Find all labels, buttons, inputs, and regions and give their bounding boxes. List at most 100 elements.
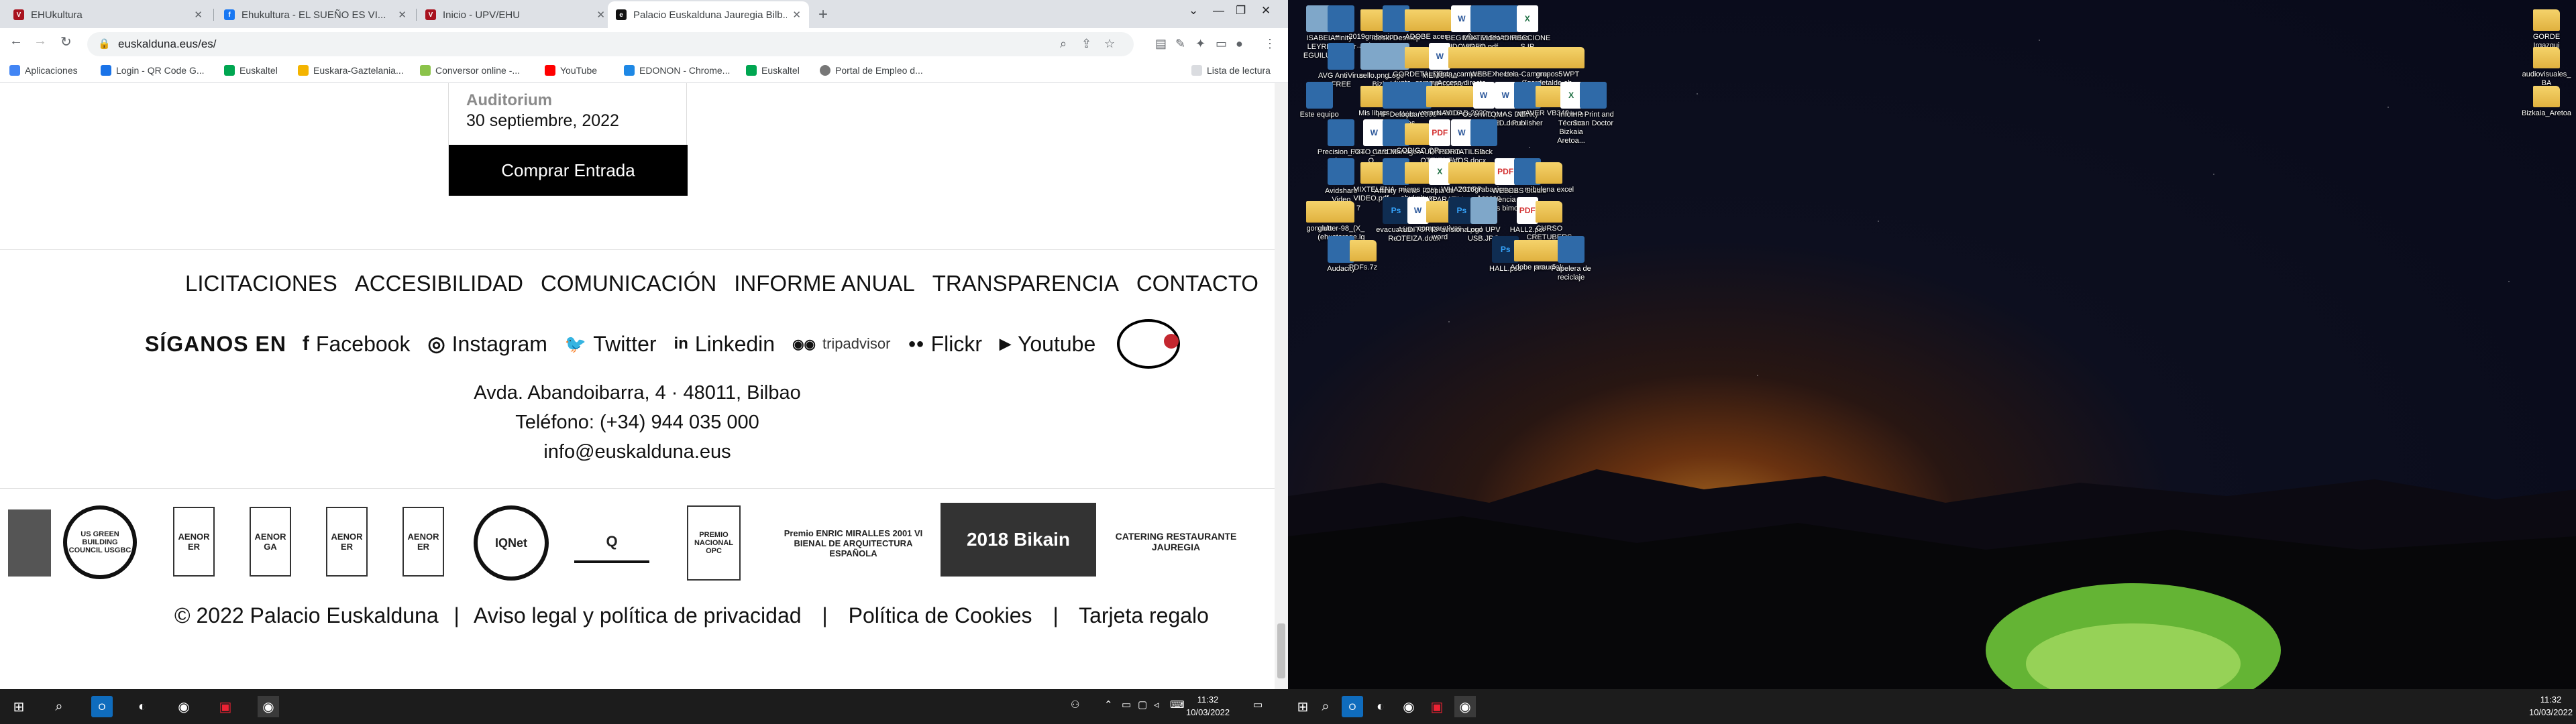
share-icon[interactable]: ⇪ [1081,37,1091,51]
tray-app-icon[interactable]: ▭ [1122,699,1131,711]
buy-ticket-button[interactable]: Comprar Entrada [449,145,688,196]
back-button[interactable]: ← [9,34,23,49]
desktop-icon[interactable]: CURSO CRETUBERS [1523,197,1574,242]
footer-link-comunicacion[interactable]: COMUNICACIÓN [541,271,716,296]
social-facebook[interactable]: f Facebook [303,332,411,357]
bookmark-item[interactable]: Login - QR Code G... [101,65,205,76]
clock[interactable]: 11:32 10/03/2022 [2529,693,2573,719]
tray-overflow-icon[interactable]: ⌃ [1104,699,1113,711]
extensions-puzzle-icon[interactable]: ✦ [1195,37,1205,51]
page-scrollbar[interactable] [1275,83,1288,689]
network-icon[interactable]: ▢ [1138,699,1147,711]
desktop-icon-label: HP Print and Scan Doctor [1572,111,1614,127]
menu-kebab-icon[interactable]: ⋮ [1264,37,1276,51]
bookmark-item[interactable]: EDONON - Chrome... [624,65,730,76]
minimize-button[interactable]: — [1213,4,1224,17]
desktop-icon[interactable]: Este equipo [1294,82,1345,119]
bookmark-item[interactable]: YouTube [545,65,597,76]
social-instagram[interactable]: ◎ Instagram [427,332,547,357]
bookmark-item[interactable]: Euskaltel [224,65,278,76]
tab-upv-ehu[interactable]: V Inicio - UPV/EHU ✕ [417,1,613,28]
edge-icon[interactable]: ◐ [131,696,153,717]
desktop-icon[interactable]: Bizkaia_Aretoa [2521,82,2572,118]
new-tab-button[interactable]: + [818,5,828,24]
close-window-button[interactable]: ✕ [1261,4,1271,17]
tab-ehukultura[interactable]: V EHUkultura ✕ [5,1,211,28]
social-flickr[interactable]: ●● Flickr [908,332,982,357]
tab-euskalduna[interactable]: e Palacio Euskalduna Jauregia Bilb... ✕ [608,1,809,28]
footer-link-transparencia[interactable]: TRANSPARENCIA [932,271,1119,296]
desktop-icon[interactable]: audiovisuales_BA [2521,43,2572,88]
bookmark-item[interactable]: Euskara-Gaztelania... [298,65,404,76]
social-youtube[interactable]: ▶ Youtube [1000,332,1095,357]
reading-list-button[interactable]: Lista de lectura [1191,65,1271,76]
extension-icon[interactable]: ✎ [1175,37,1185,51]
email-link[interactable]: info@euskalduna.eus [0,441,1275,463]
edge-icon[interactable]: ◐ [1370,696,1391,717]
windows-start-icon[interactable]: ⊞ [1292,696,1313,717]
forward-button[interactable]: → [34,34,47,49]
enric-miralles-award: Premio ENRIC MIRALLES 2001 VI BIENAL DE … [784,528,923,558]
social-linkedin[interactable]: in Linkedin [674,332,775,357]
clock[interactable]: 11:32 10/03/2022 [1186,693,1230,719]
reading-list-label: Lista de lectura [1207,65,1271,76]
volume-icon[interactable]: ◃ [1154,699,1159,711]
desktop-icon[interactable]: WPT [1546,43,1597,79]
social-twitter[interactable]: 🐦 Twitter [565,332,657,357]
chrome-icon[interactable]: ◉ [173,696,195,717]
social-tripadvisor[interactable]: ◉◉ tripadvisor [792,335,890,353]
footer-link-licitaciones[interactable]: LICITACIONES [185,271,337,296]
desktop-icon-label: PDFs.7z [1348,263,1378,272]
bookmark-star-icon[interactable]: ☆ [1104,37,1115,51]
media-player-icon[interactable]: ▣ [215,696,236,717]
bookmark-item[interactable]: Portal de Empleo d... [820,65,923,76]
desktop-icon[interactable]: PDFs.7z [1338,236,1389,272]
desktop-icon[interactable]: mibulena excel [1523,158,1574,194]
desktop-icon[interactable]: HP Print and Scan Doctor [1568,82,1619,128]
reload-button[interactable]: ↻ [60,34,72,50]
desktop-icon[interactable]: Papelera de reciclaje [1546,236,1597,282]
lock-icon[interactable]: 🔒 [98,38,111,50]
close-tab-icon[interactable]: ✕ [398,9,407,21]
bookmark-item[interactable]: Euskaltel [746,65,800,76]
extension-icon[interactable]: ▤ [1155,37,1167,51]
media-player-icon[interactable]: ▣ [1426,696,1448,717]
close-tab-icon[interactable]: ✕ [792,9,801,21]
language-icon[interactable]: ⌨ [1170,699,1185,711]
address-bar[interactable]: 🔒 euskalduna.eus/es/ ⌕ ⇪ ☆ [87,32,1134,56]
gift-card-link[interactable]: Tarjeta regalo [1079,603,1209,627]
notifications-icon[interactable]: ▭ [1253,699,1263,711]
search-icon[interactable]: ⌕ [48,696,70,717]
tab-label: Palacio Euskalduna Jauregia Bilb... [633,9,788,21]
footer-link-informe-anual[interactable]: INFORME ANUAL [734,271,915,296]
close-tab-icon[interactable]: ✕ [194,9,203,21]
catering-jauregia-badge: CATERING RESTAURANTE JAUREGIA [1115,531,1237,552]
footer-link-contacto[interactable]: CONTACTO [1136,271,1258,296]
legal-privacy-link[interactable]: Aviso legal y política de privacidad [474,603,802,627]
search-icon[interactable]: ⌕ [1315,696,1336,717]
chrome-icon[interactable]: ◉ [1398,696,1419,717]
profile-avatar-icon[interactable]: ● [1236,37,1243,51]
windows-start-icon[interactable]: ⊞ [8,696,30,717]
tab-search-icon[interactable]: ▭ [1216,37,1227,51]
footer-link-accesibilidad[interactable]: ACCESIBILIDAD [355,271,523,296]
globe-icon [820,65,830,76]
bookmark-apps[interactable]: Aplicaciones [9,65,78,76]
bookmark-item[interactable]: Conversor online -... [420,65,520,76]
cookies-link[interactable]: Política de Cookies [849,603,1032,627]
maximize-button[interactable]: ❐ [1236,4,1246,17]
people-icon[interactable]: ⚇ [1071,699,1079,711]
folder-icon [1328,201,1355,223]
tab-search-icon[interactable]: ⌄ [1189,4,1198,17]
tab-facebook-ehukultura[interactable]: f Ehukultura - EL SUEÑO ES VI... ✕ [216,1,415,28]
desktop-icon[interactable]: Slack [1458,119,1509,157]
outlook-icon[interactable]: O [91,696,113,717]
scrollbar-thumb[interactable] [1277,623,1285,678]
chrome-active-icon[interactable]: ◉ [258,696,279,717]
folder-icon [1558,47,1585,68]
outlook-icon[interactable]: O [1342,696,1363,717]
desktop-icon-label: Papelera de reciclaje [1551,265,1591,282]
chrome-active-icon[interactable]: ◉ [1454,696,1476,717]
close-tab-icon[interactable]: ✕ [596,9,605,21]
zoom-icon[interactable]: ⌕ [1060,37,1067,51]
